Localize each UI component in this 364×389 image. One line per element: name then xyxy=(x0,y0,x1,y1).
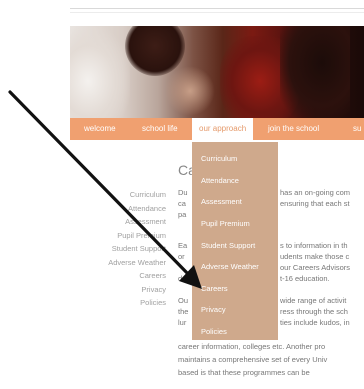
body-text: maintains a comprehensive set of every U… xyxy=(178,355,328,364)
sidebar-item-privacy[interactable]: Privacy xyxy=(108,283,166,297)
body-text: our Careers Advisors xyxy=(280,263,351,272)
dropdown-item-curriculum[interactable]: Curriculum xyxy=(201,154,237,163)
body-text: ensuring that each st xyxy=(280,199,350,208)
dropdown-item-privacy[interactable]: Privacy xyxy=(201,305,226,314)
sidebar-item-curriculum[interactable]: Curriculum xyxy=(108,188,166,202)
sidebar-item-student-support[interactable]: Student Support xyxy=(108,242,166,256)
sidebar-item-pupil-premium[interactable]: Pupil Premium xyxy=(108,229,166,243)
dropdown-item-careers[interactable]: Careers xyxy=(201,284,228,293)
main-nav: welcome school life our approach join th… xyxy=(70,118,364,140)
body-text: has an on-going com xyxy=(280,188,351,197)
sidebar-item-policies[interactable]: Policies xyxy=(108,296,166,310)
nav-item-school-life[interactable]: school life xyxy=(142,118,178,140)
body-text: career information, colleges etc. Anothe… xyxy=(178,342,326,351)
sidebar-item-adverse-weather[interactable]: Adverse Weather xyxy=(108,256,166,270)
body-text: ress through the sch xyxy=(280,307,348,316)
nav-item-more[interactable]: su xyxy=(353,118,361,140)
body-text: ties include kudos, in xyxy=(280,318,350,327)
sidebar-nav: Curriculum Attendance Assessment Pupil P… xyxy=(108,188,166,310)
our-approach-dropdown: Curriculum Attendance Assessment Pupil P… xyxy=(192,142,278,340)
nav-item-join-the-school[interactable]: join the school xyxy=(268,118,319,140)
body-text: Du xyxy=(178,188,188,197)
body-text: udents make those c xyxy=(280,252,350,261)
dropdown-item-student-support[interactable]: Student Support xyxy=(201,241,255,250)
body-text: t-16 education. xyxy=(280,274,330,283)
body-text: Ea xyxy=(178,241,188,250)
top-divider-secondary xyxy=(70,12,364,13)
sidebar-item-assessment[interactable]: Assessment xyxy=(108,215,166,229)
body-text: or xyxy=(178,252,185,261)
body-text: pa xyxy=(178,210,187,219)
dropdown-item-attendance[interactable]: Attendance xyxy=(201,176,239,185)
nav-item-welcome[interactable]: welcome xyxy=(84,118,116,140)
dropdown-item-policies[interactable]: Policies xyxy=(201,327,227,336)
hero-image xyxy=(70,26,364,118)
dropdown-item-adverse-weather[interactable]: Adverse Weather xyxy=(201,262,259,271)
nav-item-our-approach[interactable]: our approach xyxy=(192,118,254,140)
sidebar-item-attendance[interactable]: Attendance xyxy=(108,202,166,216)
body-text: ca xyxy=(178,199,186,208)
body-text: Ou xyxy=(178,296,189,305)
dropdown-item-assessment[interactable]: Assessment xyxy=(201,197,242,206)
body-text: de xyxy=(178,274,187,283)
body-text: s to information in th xyxy=(280,241,348,250)
sidebar-item-careers[interactable]: Careers xyxy=(108,269,166,283)
body-text: lur xyxy=(178,318,187,327)
body-text: wide range of activit xyxy=(280,296,347,305)
top-divider xyxy=(70,8,364,9)
dropdown-item-pupil-premium[interactable]: Pupil Premium xyxy=(201,219,250,228)
body-text: based is that these programmes can be xyxy=(178,368,310,377)
body-text: the xyxy=(178,307,189,316)
page: welcome school life our approach join th… xyxy=(0,0,364,389)
